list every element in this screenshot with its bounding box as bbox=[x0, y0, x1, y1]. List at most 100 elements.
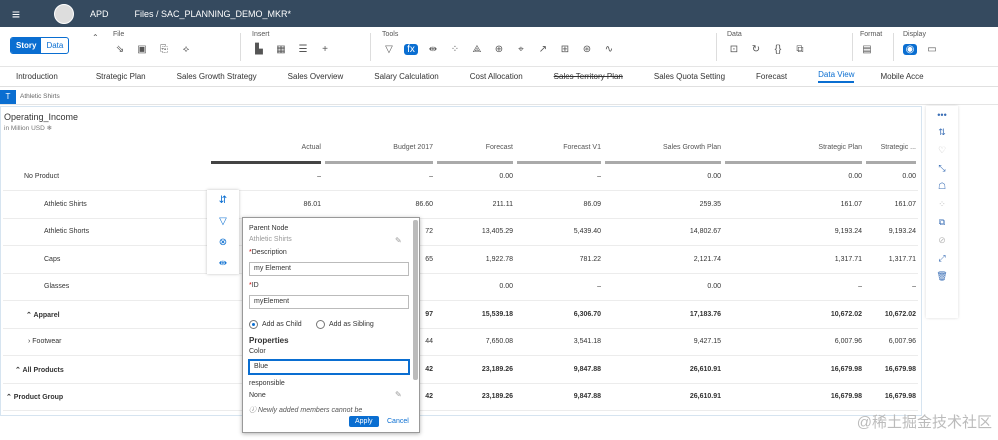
table-row[interactable]: Glasses 0.00–0.00– – bbox=[3, 274, 918, 301]
popover-scrollbar[interactable] bbox=[413, 220, 418, 380]
hierarchy-icon[interactable]: ⁘ bbox=[448, 44, 462, 55]
table-cell[interactable]: 26,610.91 bbox=[605, 366, 721, 373]
swap-icon[interactable]: ⇹ bbox=[426, 44, 440, 55]
col-header[interactable]: Forecast V1 bbox=[517, 144, 601, 164]
edit-icon[interactable]: ✎ bbox=[395, 390, 402, 399]
col-header[interactable]: Forecast bbox=[437, 144, 513, 164]
hierarchy-icon[interactable]: ⁘ bbox=[938, 199, 946, 210]
add-icon[interactable]: + bbox=[318, 44, 332, 55]
col-header[interactable]: Strategic ... bbox=[866, 144, 916, 164]
row-label[interactable]: Athletic Shirts bbox=[44, 201, 87, 208]
table-cell[interactable]: 9,847.88 bbox=[517, 393, 601, 400]
tab-strategic-plan[interactable]: Strategic Plan bbox=[58, 72, 146, 81]
tab-sales-quota-setting[interactable]: Sales Quota Setting bbox=[623, 72, 725, 81]
allocate-icon[interactable]: ⊛ bbox=[580, 44, 594, 55]
table-icon[interactable]: ▦ bbox=[274, 44, 288, 55]
tab-salary-calculation[interactable]: Salary Calculation bbox=[343, 72, 438, 81]
tab-forecast[interactable]: Forecast bbox=[725, 72, 787, 81]
data-source-icon[interactable]: ⊡ bbox=[727, 44, 741, 55]
table-cell[interactable]: 10,672.02 bbox=[725, 311, 862, 318]
apply-button[interactable]: Apply bbox=[349, 416, 379, 427]
table-cell[interactable]: 211.11 bbox=[437, 201, 513, 208]
sort-icon[interactable]: ⇅ bbox=[938, 127, 946, 138]
table-row[interactable]: › Footwear 44 7,650.08 3,541.18 9,427.15 6,00… bbox=[3, 329, 918, 356]
pin-icon[interactable]: ⌖ bbox=[514, 44, 528, 55]
tab-sales-growth-strategy[interactable]: Sales Growth Strategy bbox=[146, 72, 257, 81]
collapse-icon[interactable]: ⌃ bbox=[92, 33, 99, 42]
table-cell[interactable]: 1,922.78 bbox=[437, 256, 513, 263]
formula-icon[interactable]: fx bbox=[404, 44, 418, 55]
row-label[interactable]: ⌃ Apparel bbox=[26, 311, 60, 319]
comment-icon[interactable]: ◉ bbox=[903, 44, 917, 55]
description-input[interactable]: my Element bbox=[249, 262, 409, 276]
link-icon[interactable]: ⊘ bbox=[938, 235, 946, 246]
table-cell[interactable]: 86.60 bbox=[325, 201, 433, 208]
table-cell[interactable]: 15,539.18 bbox=[437, 311, 513, 318]
table-row[interactable]: No Product – –0.00–0.00 0.00 0.00 bbox=[3, 164, 918, 191]
table-cell[interactable]: 2,121.74 bbox=[605, 256, 721, 263]
table-cell[interactable]: 16,679.98 bbox=[725, 393, 862, 400]
table-cell[interactable]: 16,679.98 bbox=[866, 393, 916, 400]
row-label[interactable]: Athletic Shorts bbox=[44, 228, 89, 235]
formula-value[interactable]: Athletic Shirts bbox=[20, 93, 60, 100]
add-as-child-radio[interactable]: Add as Child bbox=[249, 320, 302, 329]
table-cell[interactable]: 3,541.18 bbox=[517, 338, 601, 345]
table-cell[interactable]: 9,847.88 bbox=[517, 366, 601, 373]
code-icon[interactable]: {} bbox=[771, 44, 785, 55]
col-header[interactable]: Sales Growth Plan bbox=[605, 144, 721, 164]
format-icon[interactable]: ▤ bbox=[860, 44, 874, 55]
table-cell[interactable]: 9,427.15 bbox=[605, 338, 721, 345]
cancel-button[interactable]: Cancel bbox=[381, 416, 415, 427]
table-cell[interactable]: 1,317.71 bbox=[866, 256, 916, 263]
table-cell[interactable]: 161.07 bbox=[866, 201, 916, 208]
data-toggle[interactable]: Data bbox=[41, 38, 68, 53]
table-cell[interactable]: – bbox=[866, 283, 916, 290]
table-cell[interactable]: – bbox=[517, 173, 601, 180]
id-input[interactable]: myElement bbox=[249, 295, 409, 309]
table-cell[interactable]: 13,405.29 bbox=[437, 228, 513, 235]
table-cell[interactable]: 23,189.26 bbox=[437, 393, 513, 400]
connect-icon[interactable]: ⟡ bbox=[179, 44, 193, 55]
table-cell[interactable]: – bbox=[211, 173, 321, 180]
refresh-icon[interactable]: ↻ bbox=[749, 44, 763, 55]
table-cell[interactable]: 0.00 bbox=[725, 173, 862, 180]
table-cell[interactable]: 781.22 bbox=[517, 256, 601, 263]
save-icon[interactable]: ▣ bbox=[135, 44, 149, 55]
fullscreen-icon[interactable]: ⤢ bbox=[938, 253, 945, 264]
table-cell[interactable]: 1,317.71 bbox=[725, 256, 862, 263]
table-cell[interactable]: 16,679.98 bbox=[725, 366, 862, 373]
menu-icon[interactable]: ≡ bbox=[0, 6, 32, 22]
table-cell[interactable]: 0.00 bbox=[437, 283, 513, 290]
table-cell[interactable]: 0.00 bbox=[866, 173, 916, 180]
filter-icon[interactable]: ▽ bbox=[219, 216, 227, 227]
table-cell[interactable]: 0.00 bbox=[605, 283, 721, 290]
tab-mobile-access[interactable]: Mobile Acce bbox=[854, 72, 923, 81]
table-cell[interactable]: 6,007.96 bbox=[725, 338, 862, 345]
tab-data-view[interactable]: Data View bbox=[818, 70, 855, 83]
table-row[interactable]: ⌃ Product Group 42 23,189.26 9,847.88 26,610… bbox=[3, 384, 918, 411]
ranking-icon[interactable]: ♡ bbox=[938, 145, 946, 156]
table-cell[interactable]: 5,439.40 bbox=[517, 228, 601, 235]
table-cell[interactable]: 9,193.24 bbox=[725, 228, 862, 235]
col-header[interactable]: Actual bbox=[211, 144, 321, 164]
tab-introduction[interactable]: Introduction bbox=[0, 72, 58, 81]
tab-cost-allocation[interactable]: Cost Allocation bbox=[439, 72, 523, 81]
table-cell[interactable]: 0.00 bbox=[605, 173, 721, 180]
table-cell[interactable]: 10,672.02 bbox=[866, 311, 916, 318]
table-row[interactable]: ⌃ All Products 42 23,189.26 9,847.88 26,610.… bbox=[3, 357, 918, 384]
table-cell[interactable]: 161.07 bbox=[725, 201, 862, 208]
table-cell[interactable]: 86.09 bbox=[517, 201, 601, 208]
table-row[interactable]: Athletic Shirts 86.01 86.60 211.11 86.09 259.… bbox=[3, 192, 918, 219]
table-row[interactable]: Athletic Shorts 72 13,405.29 5,439.40 14,802… bbox=[3, 219, 918, 246]
table-cell[interactable]: – bbox=[725, 283, 862, 290]
col-header[interactable]: Budget 2017 bbox=[325, 144, 433, 164]
filter-list-icon[interactable]: ☰ bbox=[296, 44, 310, 55]
table-cell[interactable]: 26,610.91 bbox=[605, 393, 721, 400]
table-row[interactable]: ⌃ Apparel 97 15,539.18 6,306.70 17,183.76 10,… bbox=[3, 302, 918, 329]
triangle-icon[interactable]: ⟁ bbox=[470, 44, 484, 55]
story-toggle[interactable]: Story bbox=[11, 38, 42, 53]
table-cell[interactable]: 6,306.70 bbox=[517, 311, 601, 318]
chart-icon[interactable]: ▙ bbox=[252, 44, 266, 55]
table-cell[interactable]: – bbox=[325, 173, 433, 180]
more-icon[interactable]: ••• bbox=[937, 110, 946, 120]
